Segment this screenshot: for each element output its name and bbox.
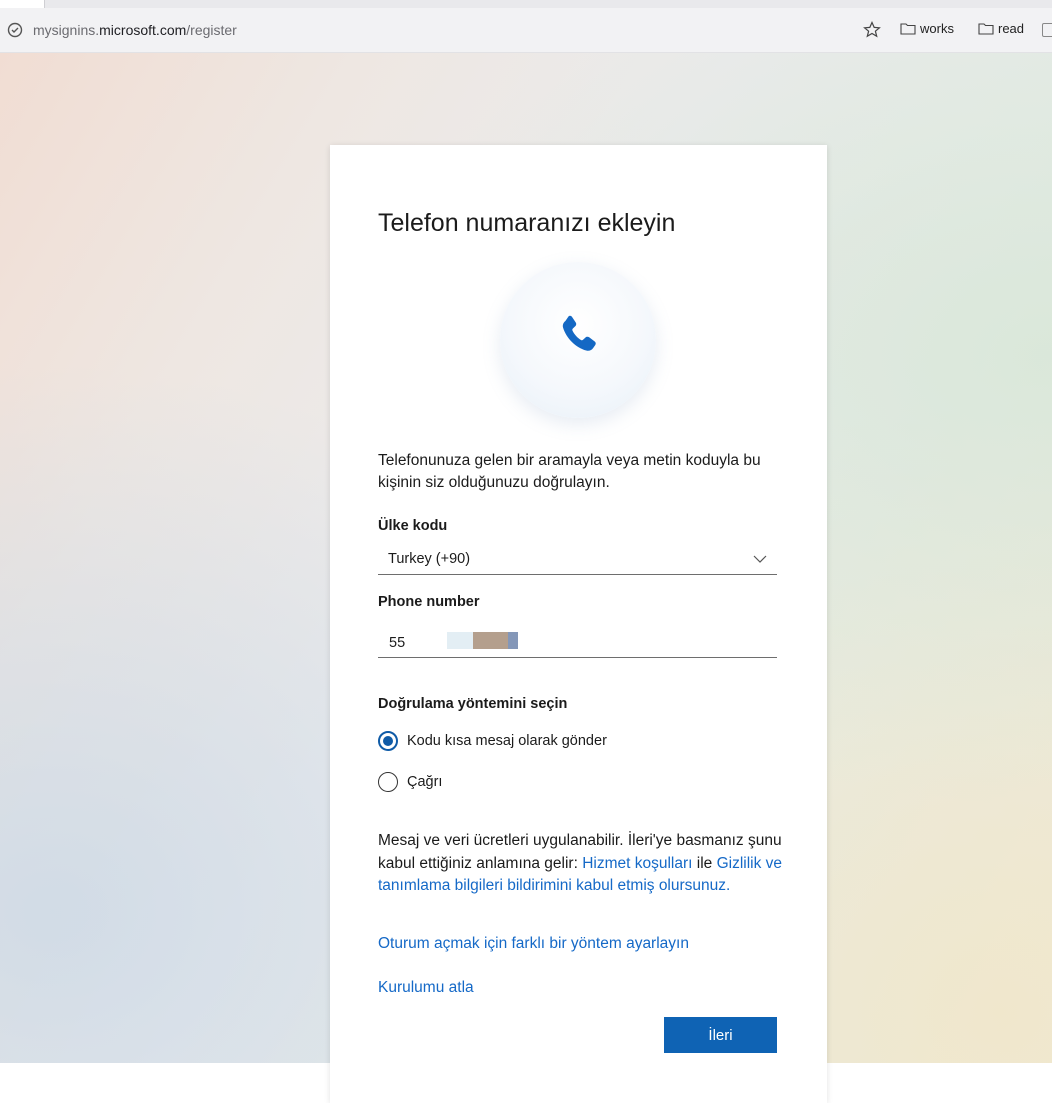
phone-icon <box>562 315 596 351</box>
country-code-label: Ülke kodu <box>378 518 448 534</box>
address-bar[interactable]: mysignins.microsoft.com/register works r… <box>0 8 1052 53</box>
phone-number-label: Phone number <box>378 594 480 610</box>
method-option-call[interactable]: Çağrı <box>378 772 442 792</box>
url-text[interactable]: mysignins.microsoft.com/register <box>33 22 237 38</box>
country-code-value: Turkey (+90) <box>388 551 471 567</box>
radio-sms[interactable] <box>378 731 398 751</box>
bookmark-works-label: works <box>920 21 954 36</box>
chevron-down-icon <box>753 555 767 563</box>
verification-method-label: Doğrulama yöntemini seçin <box>378 696 568 712</box>
redaction-block <box>473 632 508 649</box>
legal-text: Mesaj ve veri ücretleri uygulanabilir. İ… <box>378 832 783 894</box>
description-text: Telefonunuza gelen bir aramayla veya met… <box>378 452 761 491</box>
country-code-select[interactable]: Turkey (+90) <box>378 545 777 575</box>
tab-strip <box>0 0 1052 8</box>
registration-card: Telefon numaranızı ekleyin Telefonunuza … <box>330 145 827 1103</box>
bookmark-star-icon[interactable] <box>862 20 882 40</box>
alt-method-link[interactable]: Oturum açmak için farklı bir yöntem ayar… <box>378 935 689 953</box>
redaction-block <box>508 632 518 649</box>
page-title: Telefon numaranızı ekleyin <box>378 209 676 237</box>
bookmark-overflow-icon[interactable] <box>1042 23 1052 37</box>
skip-setup-link[interactable]: Kurulumu atla <box>378 979 474 997</box>
url-path: /register <box>186 22 237 38</box>
method-option-call-label: Çağrı <box>407 774 443 790</box>
site-info-icon[interactable] <box>6 21 24 39</box>
radio-call[interactable] <box>378 772 398 792</box>
bookmark-works[interactable]: works <box>900 21 954 36</box>
method-option-sms[interactable]: Kodu kısa mesaj olarak gönder <box>378 731 607 751</box>
active-tab[interactable] <box>0 0 45 8</box>
terms-of-service-link[interactable]: Hizmet koşulları <box>582 855 692 872</box>
phone-number-input[interactable]: 55 <box>378 629 777 658</box>
folder-icon <box>978 23 994 35</box>
bookmark-read[interactable]: read <box>978 21 1024 36</box>
next-button[interactable]: İleri <box>664 1017 777 1053</box>
url-host: microsoft.com <box>99 22 187 38</box>
phone-number-value: 55 <box>389 635 406 651</box>
page-background: Telefon numaranızı ekleyin Telefonunuza … <box>0 53 1052 1103</box>
phone-illustration <box>500 262 656 418</box>
folder-icon <box>900 23 916 35</box>
bookmark-read-label: read <box>998 21 1025 36</box>
method-option-sms-label: Kodu kısa mesaj olarak gönder <box>407 733 607 749</box>
